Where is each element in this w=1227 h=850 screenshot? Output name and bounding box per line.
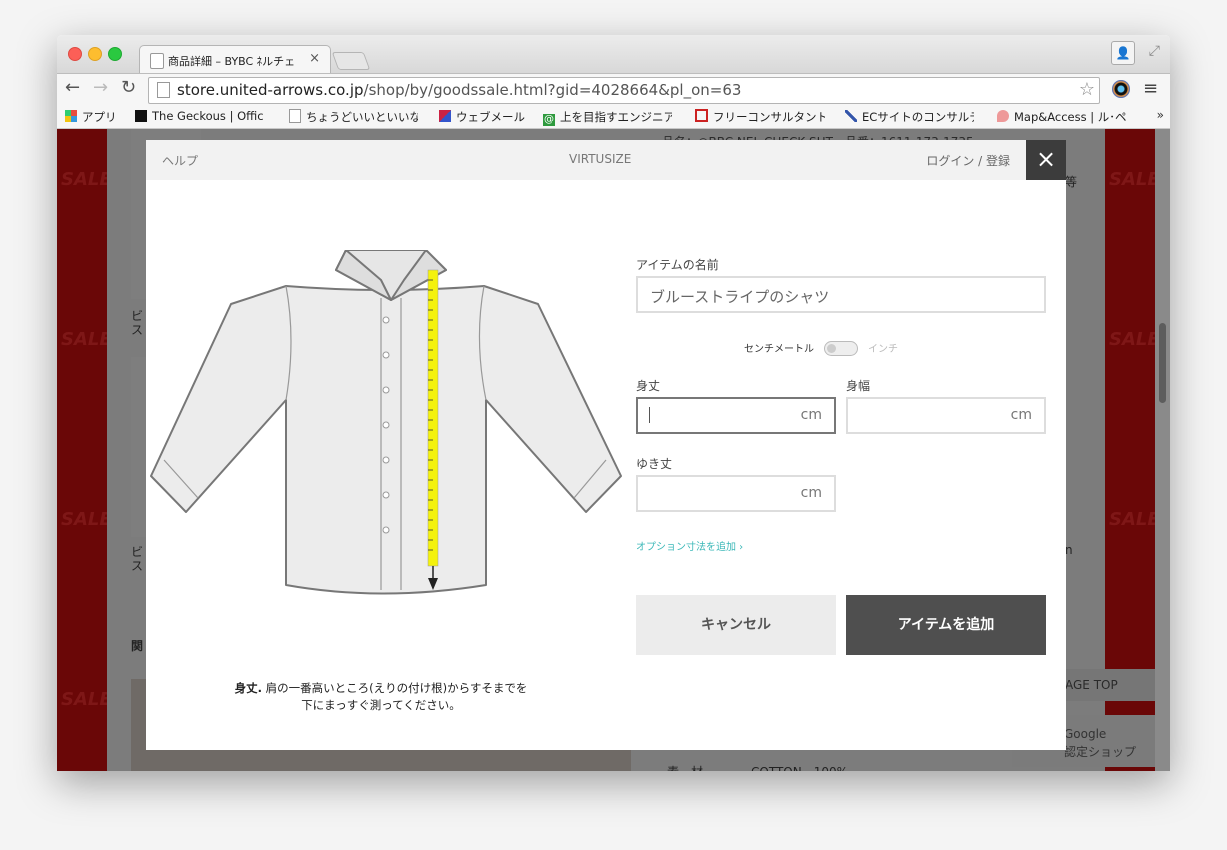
help-link[interactable]: ヘルプ [162,152,198,169]
add-option-measurement-link[interactable]: オプション寸法を追加 › [636,538,743,553]
new-tab-button[interactable] [331,52,371,70]
bookmark-engineer[interactable]: @ 上を目指すエンジニア [543,109,672,126]
browser-tab[interactable]: 商品詳細 – BYBC ﾈルチェ × [139,45,331,74]
virtusize-modal: ヘルプ VIRTUSIZE ログイン / 登録 × 身丈. 肩の一番高いところ(… [146,140,1066,750]
toggle-knob [827,344,836,353]
google-label: Google [1064,727,1107,741]
sale-watermark: SALE [1109,509,1160,530]
page-top-label: AGE TOP [1065,678,1118,692]
related-heading: 関 [131,639,144,653]
browser-toolbar: ← → ↻ store.united-arrows.co.jp/shop/by/… [57,73,1170,106]
reload-icon[interactable]: ↻ [121,77,136,98]
sale-watermark: SALE [61,689,112,710]
item-name-value: ブルーストライプのシャツ [650,288,830,306]
body-length-unit: cm [800,407,822,423]
cancel-button[interactable]: キャンセル [636,595,836,655]
back-arrow-icon[interactable]: ← [65,77,80,98]
material-value: COTTON 100% [751,763,848,771]
bookmarks-overflow-chevron[interactable]: » [1157,108,1164,122]
product-detail-fragment: 等 [1065,175,1078,189]
unit-cm-label: センチメートル [744,344,814,355]
geckous-icon [135,110,147,122]
add-item-button[interactable]: アイテムを追加 [846,595,1046,655]
at-icon: @ [543,114,555,126]
url-path: /shop/by/goodssale.html?gid=4028664&pl_o… [363,81,742,99]
square-icon [695,109,708,122]
extension-icon[interactable] [1112,80,1130,98]
bookmark-webmail[interactable]: ウェブメール [439,109,525,125]
measure-tape [427,269,439,567]
brand-title: VIRTUSIZE [569,152,632,166]
browser-window: 商品詳細 – BYBC ﾈルチェ × 👤 ⤢ ← → ↻ store.unite… [57,35,1170,771]
page-top-button[interactable]: AGE TOP [1057,669,1155,701]
apps-grid-icon [65,110,77,122]
menu-icon[interactable]: ≡ [1143,78,1158,99]
sale-banner-left: SALE SALE SALE SALE [57,129,112,771]
sale-watermark: SALE [61,329,112,350]
body-length-input[interactable]: cm [636,397,836,434]
sale-watermark: SALE [61,509,112,530]
page-icon [289,109,301,123]
unit-inch-label: インチ [868,344,898,355]
profile-icon[interactable]: 👤 [1111,41,1135,65]
bookmark-choudo[interactable]: ちょうどいいといいな [289,109,418,125]
modal-header: ヘルプ VIRTUSIZE ログイン / 登録 × [146,140,1066,180]
product-name-fragment: ス [131,559,144,573]
caption-line-2: 下にまっすぐ測ってください。 [301,698,461,712]
google-shop-label: 認定ショップ [1064,745,1137,759]
body-width-unit: cm [1010,407,1032,423]
address-bar[interactable]: store.united-arrows.co.jp/shop/by/goodss… [148,77,1100,104]
page-scrollbar[interactable] [1155,129,1170,771]
bookmark-star-icon[interactable]: ☆ [1079,79,1095,100]
text-cursor [649,407,650,423]
sale-watermark: SALE [1109,329,1160,350]
caption-term: 身丈. [234,681,262,695]
map-pin-icon [997,110,1009,122]
measurement-caption: 身丈. 肩の一番高いところ(えりの付け根)からすそまでを 下にまっすぐ測ってくだ… [186,680,576,714]
sleeve-length-label: ゆき丈 [636,457,673,471]
tab-close-icon[interactable]: × [309,51,320,66]
bookmark-geckous[interactable]: The Geckous | Offici [135,109,264,123]
webmail-icon [439,110,451,122]
sale-watermark: SALE [61,169,112,190]
product-name-fragment: ス [131,323,144,337]
fullscreen-icon[interactable]: ⤢ [1149,43,1160,59]
url-host: store.united-arrows.co.jp [177,81,364,99]
bookmark-consultant[interactable]: フリーコンサルタント [695,109,825,125]
login-register-link[interactable]: ログイン / 登録 [926,152,1010,169]
material-label: 素 材 [667,763,703,771]
bookmark-apps[interactable]: アプリ [65,109,117,125]
caption-line-1: 肩の一番高いところ(えりの付け根)からすそまでを [265,681,528,695]
minimize-window-button[interactable] [88,47,102,61]
item-name-label: アイテムの名前 [636,258,719,272]
forward-arrow-icon[interactable]: → [93,77,108,98]
tab-favicon-icon [150,53,164,69]
tab-title: 商品詳細 – BYBC ﾈルチェ [168,55,296,68]
address-url[interactable]: store.united-arrows.co.jp/shop/by/goodss… [177,81,741,99]
body-length-label: 身丈 [636,379,661,393]
item-name-input[interactable]: ブルーストライプのシャツ [636,276,1046,313]
scrollbar-thumb[interactable] [1159,323,1166,403]
bookmark-ec-site[interactable]: ECサイトのコンサルテ [845,109,974,125]
shirt-illustration [146,249,626,610]
unit-toggle-switch[interactable] [824,341,858,356]
sleeve-length-input[interactable]: cm [636,475,836,512]
sale-watermark: SALE [1109,169,1160,190]
web-page: SALE SALE SALE SALE ビ ス ビ ス 関 品名：○BBC NE… [57,129,1170,771]
body-width-input[interactable]: cm [846,397,1046,434]
pen-icon [845,110,857,122]
zoom-window-button[interactable] [108,47,122,61]
title-bar: 商品詳細 – BYBC ﾈルチェ × 👤 ⤢ [57,35,1170,74]
bookmarks-bar: アプリ The Geckous | Offici ちょうどいいといいな ウェブメ… [57,105,1170,129]
close-icon[interactable]: × [1026,140,1066,180]
sleeve-length-unit: cm [800,485,822,501]
shirt-diagram [150,249,622,595]
close-window-button[interactable] [68,47,82,61]
body-width-label: 身幅 [846,379,871,393]
bookmark-map-access[interactable]: Map&Access | ル･ペ [997,109,1127,125]
product-detail-fragment: n [1065,543,1073,557]
page-icon [157,82,170,98]
